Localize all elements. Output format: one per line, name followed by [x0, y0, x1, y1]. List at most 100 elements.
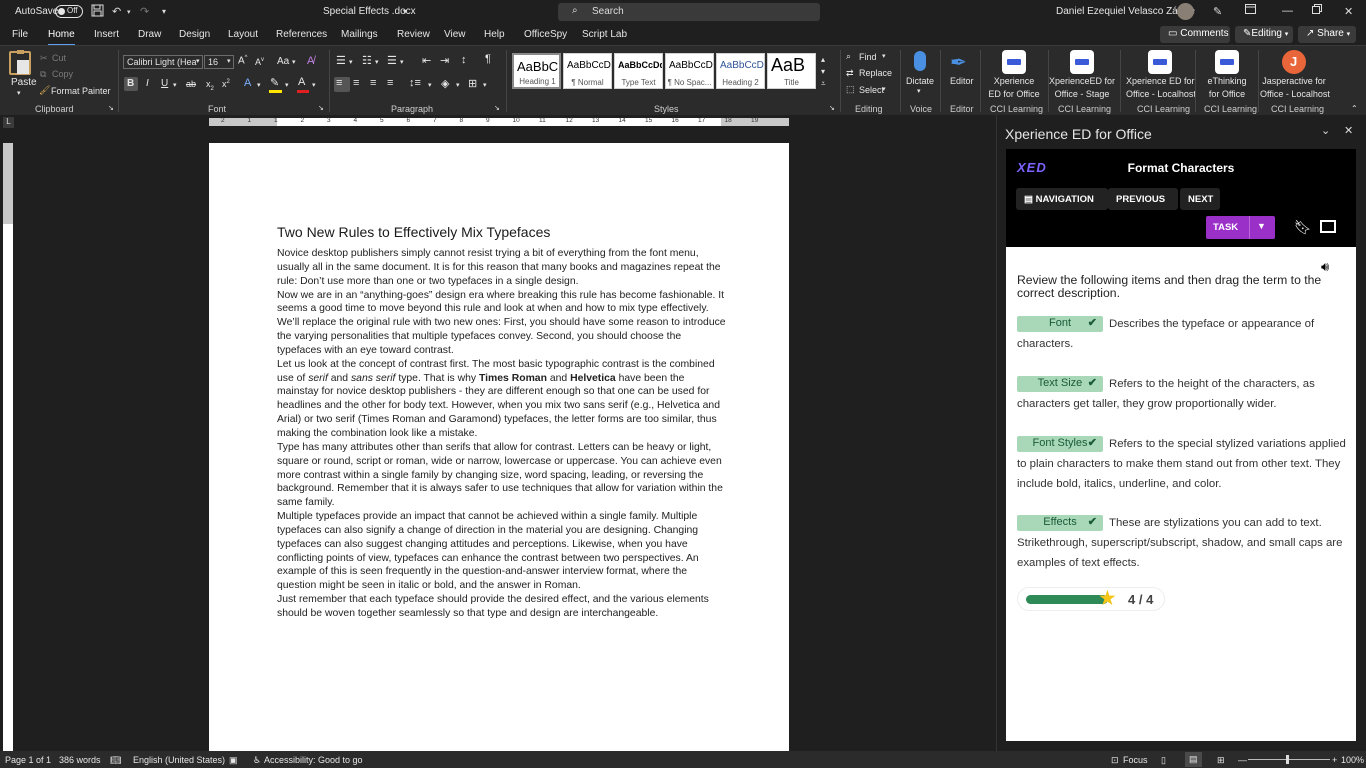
tab-file[interactable]: File [12, 29, 28, 40]
paste-icon[interactable] [9, 50, 31, 75]
style-type-text[interactable]: AaBbCcDd Type Text [614, 53, 663, 89]
bullets-icon[interactable]: ☰ [336, 54, 346, 67]
chevron-down-icon[interactable]: ▾ [882, 85, 886, 93]
save-icon[interactable] [91, 4, 104, 20]
document-page[interactable]: Two New Rules to Effectively Mix Typefac… [209, 143, 789, 751]
pen-icon[interactable]: ✎ [1213, 5, 1222, 18]
chevron-down-icon[interactable]: ▾ [196, 57, 200, 65]
tab-officespy[interactable]: OfficeSpy [524, 29, 567, 40]
zoom-out-icon[interactable]: — [1238, 755, 1247, 765]
editor-button[interactable]: Editor [950, 76, 974, 86]
fullscreen-icon[interactable] [1320, 220, 1336, 233]
collapse-ribbon-icon[interactable]: ⌃ [1351, 104, 1358, 113]
italic-button[interactable]: I [146, 78, 149, 89]
language[interactable]: English (United States) [133, 755, 225, 765]
font-color-icon[interactable]: A [298, 76, 305, 88]
chevron-down-icon[interactable]: ▼ [1257, 221, 1266, 231]
chevron-down-icon[interactable]: ▾ [456, 81, 460, 89]
find-button[interactable]: Find [859, 52, 877, 62]
pilcrow-icon[interactable]: ¶ [485, 53, 491, 65]
chevron-down-icon[interactable]: ▾ [917, 87, 921, 95]
zoom-slider-thumb[interactable] [1286, 755, 1289, 764]
tab-help[interactable]: Help [484, 29, 505, 40]
styles-scroll-up-icon[interactable]: ▴ [821, 55, 825, 64]
document-paragraph[interactable]: Now we are in an “anything-goes” design … [277, 289, 727, 358]
font-name-box[interactable]: Calibri Light (Hea [123, 55, 203, 69]
pane-options-icon[interactable]: ⌄ [1321, 124, 1330, 137]
addin-xperienceed-stage[interactable]: XperienceED for Office - Stage [1048, 50, 1116, 100]
align-left-button[interactable]: ≡ [334, 77, 350, 92]
chevron-down-icon[interactable]: ▾ [173, 81, 177, 89]
align-center-icon[interactable]: ≡ [353, 77, 359, 89]
zoom-level[interactable]: 100% [1341, 755, 1364, 765]
chevron-down-icon[interactable]: ▾ [400, 58, 404, 66]
chevron-down-icon[interactable]: ▾ [292, 58, 296, 66]
justify-icon[interactable]: ≡ [387, 77, 393, 89]
align-right-icon[interactable]: ≡ [370, 77, 376, 89]
change-case-icon[interactable]: Aa [277, 56, 289, 67]
navigation-button[interactable]: ▤ NAVIGATION [1016, 188, 1108, 210]
speaker-icon[interactable]: 🔊︎ [1321, 259, 1329, 275]
document-paragraph[interactable]: Just remember that each typeface should … [277, 593, 727, 621]
previous-button[interactable]: PREVIOUS [1108, 188, 1178, 210]
zoom-slider[interactable] [1248, 759, 1330, 760]
chevron-down-icon[interactable]: ▾ [403, 7, 407, 16]
tab-review[interactable]: Review [397, 29, 430, 40]
dialog-launcher-icon[interactable]: ↘ [494, 104, 500, 112]
vertical-ruler[interactable] [3, 143, 13, 751]
share-button[interactable]: ↗ Share ▾ [1298, 26, 1356, 43]
dialog-launcher-icon[interactable]: ↘ [318, 104, 324, 112]
avatar[interactable] [1177, 3, 1194, 20]
undo-icon[interactable]: ↶ [112, 5, 121, 18]
bold-button[interactable]: B [124, 77, 138, 91]
select-button[interactable]: Select [859, 85, 884, 95]
editing-mode-button[interactable]: ✎Editing ▾ [1235, 26, 1293, 43]
decrease-indent-icon[interactable]: ⇤ [422, 54, 431, 67]
chevron-down-icon[interactable]: ▾ [17, 89, 21, 97]
tab-mailings[interactable]: Mailings [341, 29, 378, 40]
page-count[interactable]: Page 1 of 1 [5, 755, 51, 765]
tab-layout[interactable]: Layout [228, 29, 258, 40]
read-mode-icon[interactable]: ▯ [1161, 755, 1166, 766]
undo-dropdown-icon[interactable]: ▾ [127, 8, 131, 16]
tab-view[interactable]: View [444, 29, 466, 40]
grow-font-icon[interactable]: A^ [238, 55, 248, 66]
document-title[interactable]: Special Effects .docx [323, 6, 416, 17]
strikethrough-button[interactable]: ab [186, 79, 196, 89]
style-heading-1[interactable]: AaBbC Heading 1 [512, 53, 561, 89]
user-name[interactable]: Daniel Ezequiel Velasco Zárate [1056, 6, 1195, 17]
underline-button[interactable]: U [161, 78, 168, 89]
tab-script-lab[interactable]: Script Lab [582, 29, 627, 40]
horizontal-ruler[interactable]: 2 1 1 2 3 4 5 6 7 8 9 10 11 12 13 14 15 16 17 18 19 [209, 117, 789, 126]
web-layout-icon[interactable]: ⊞ [1217, 755, 1225, 766]
shrink-font-icon[interactable]: Av [255, 57, 264, 67]
copy-button[interactable]: Copy [52, 69, 73, 79]
chevron-down-icon[interactable]: ▾ [227, 57, 231, 65]
macro-icon[interactable]: ▣ [229, 755, 238, 766]
style-title[interactable]: AaB Title [767, 53, 816, 89]
close-icon[interactable]: ✕ [1344, 5, 1353, 18]
document-paragraph[interactable]: Let us look at the concept of contrast f… [277, 358, 727, 441]
zoom-in-icon[interactable]: + [1332, 755, 1337, 765]
addin-xperience-ed[interactable]: Xperience ED for Office [980, 50, 1048, 100]
highlight-icon[interactable]: ✎ [270, 76, 279, 89]
tab-insert[interactable]: Insert [94, 29, 119, 40]
addin-xperience-ed-localhost[interactable]: Xperience ED for Office - Localhost [1126, 50, 1196, 100]
document-body[interactable]: Novice desktop publishers simply cannot … [277, 247, 727, 621]
styles-more-icon[interactable]: ⩡ [821, 79, 826, 89]
sort-icon[interactable]: ↕ [461, 54, 467, 66]
maximize-icon[interactable] [1312, 4, 1322, 17]
close-pane-icon[interactable]: ✕ [1344, 124, 1353, 137]
shading-icon[interactable]: ◈ [441, 77, 449, 90]
numbering-icon[interactable]: ☷ [362, 54, 372, 67]
minimize-icon[interactable]: — [1282, 5, 1293, 17]
document-paragraph[interactable]: Type has many attributes other than seri… [277, 441, 727, 510]
chevron-down-icon[interactable]: ▾ [428, 81, 432, 89]
paste-button[interactable]: Paste [11, 77, 37, 88]
search-box[interactable]: ⌕ Search [558, 3, 820, 21]
chevron-down-icon[interactable]: ▾ [285, 81, 289, 89]
dictate-button[interactable]: Dictate [906, 76, 934, 86]
style-heading-2[interactable]: AaBbCcD Heading 2 [716, 53, 765, 89]
styles-scroll-down-icon[interactable]: ▾ [821, 67, 825, 76]
tab-home[interactable]: Home [48, 29, 75, 46]
